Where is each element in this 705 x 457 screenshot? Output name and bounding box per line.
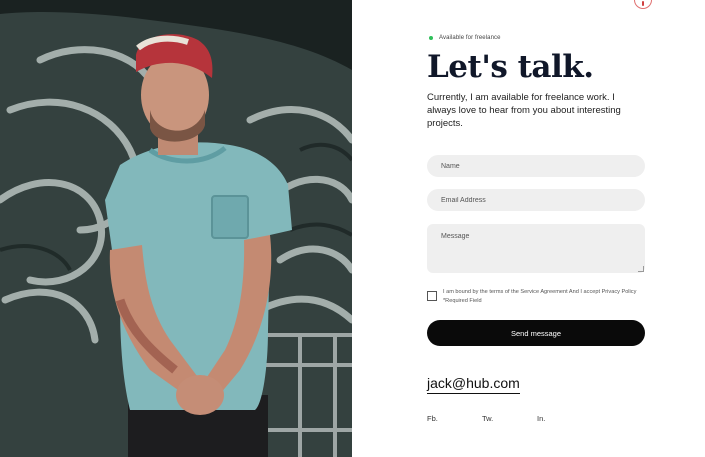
message-textarea[interactable]	[427, 224, 645, 273]
page-title: Let's talk.	[427, 49, 594, 85]
availability-label: Available for freelance	[439, 35, 501, 41]
facebook-link[interactable]: Fb.	[427, 414, 438, 423]
intro-text: Currently, I am available for freelance …	[427, 92, 621, 129]
status-dot-icon	[429, 36, 433, 40]
email-input[interactable]	[427, 189, 645, 211]
send-message-button[interactable]: Send message	[427, 320, 645, 346]
portrait-illustration	[0, 0, 352, 457]
twitter-link[interactable]: Tw.	[482, 414, 493, 423]
name-input[interactable]	[427, 155, 645, 177]
availability-status: Available for freelance	[429, 33, 501, 43]
portrait-photo	[0, 0, 352, 457]
resize-handle-icon[interactable]	[638, 266, 644, 272]
agreement-checkbox[interactable]	[427, 291, 437, 301]
contact-email-link[interactable]: jack@hub.com	[427, 375, 520, 394]
agreement-text: I am bound by the terms of the Service A…	[443, 289, 637, 304]
linkedin-link[interactable]: In.	[537, 414, 545, 423]
